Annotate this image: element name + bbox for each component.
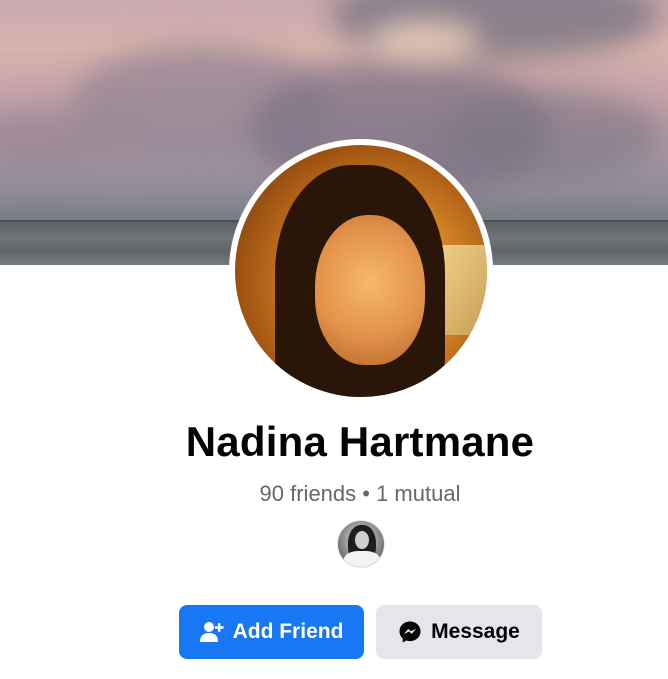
mutual-friend-avatar[interactable]: [337, 520, 385, 568]
mutual-friend-face: [355, 531, 369, 549]
message-label: Message: [431, 620, 520, 643]
add-friend-label: Add Friend: [232, 620, 344, 643]
add-friend-icon: [199, 622, 224, 642]
friends-count[interactable]: 90 friends • 1 mutual: [0, 481, 668, 507]
cover-cloud: [440, 90, 660, 180]
profile-name: Nadina Hartmane: [185, 418, 535, 465]
mutual-friend-shirt: [344, 551, 380, 567]
add-friend-button[interactable]: Add Friend: [179, 605, 364, 659]
profile-picture-face: [315, 215, 425, 365]
profile-picture[interactable]: [235, 145, 487, 397]
message-button[interactable]: Message: [376, 605, 542, 659]
messenger-icon: [399, 621, 421, 643]
cover-cloud-highlight: [370, 20, 480, 60]
